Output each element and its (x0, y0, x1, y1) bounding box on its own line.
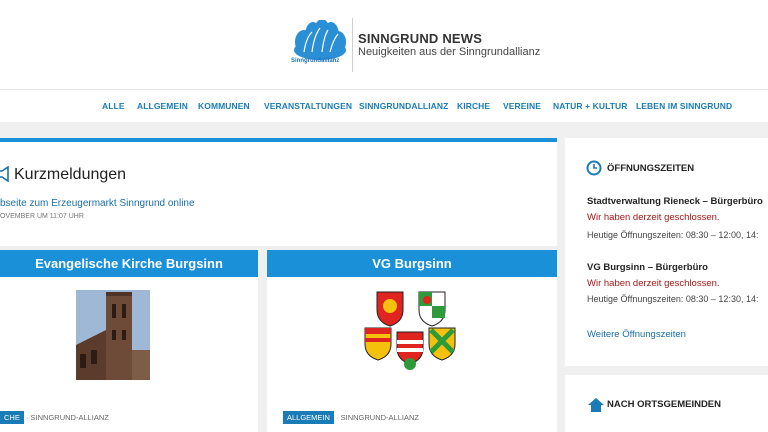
sinngrundallianz-logo[interactable] (290, 20, 350, 72)
office-name: VG Burgsinn – Bürgerbüro (587, 262, 708, 273)
nav-item-allgemein[interactable]: ALLGEMEIN (137, 101, 188, 111)
nav-item-veranstaltungen[interactable]: VERANSTALTUNGEN (264, 101, 352, 111)
category-label[interactable]: SINNGRUND-ALLIANZ (341, 413, 419, 422)
opening-hours-title: ÖFFNUNGSZEITEN (607, 163, 695, 174)
site-subtitle: Neuigkeiten aus der Sinngrundallianz (358, 46, 541, 58)
office-hours: Heutige Öffnungszeiten: 08:30 – 12:00, 1… (587, 230, 759, 240)
more-opening-hours-link[interactable]: Weitere Öffnungszeiten (587, 329, 686, 340)
category-label[interactable]: SINNGRUND-ALLIANZ (31, 413, 109, 422)
nav-item-kirche[interactable]: KIRCHE (457, 101, 490, 111)
office-name: Stadtverwaltung Rieneck – Bürgerbüro (587, 196, 763, 207)
church-tower-image[interactable] (76, 290, 150, 380)
office-status: Wir haben derzeit geschlossen. (587, 212, 720, 223)
places-title: NACH ORTSGEMEINDEN (607, 399, 722, 410)
nav-item-leben-im-sinngrund[interactable]: LEBEN IM SINNGRUND (636, 101, 732, 111)
news-link[interactable]: bseite zum Erzeugermarkt Sinngrund onlin… (0, 198, 195, 209)
nav-item-sinngrundallianz[interactable]: SINNGRUNDALLIANZ (359, 101, 448, 111)
header-divider (352, 18, 353, 72)
home-icon (588, 398, 604, 412)
news-title: Kurzmeldungen (14, 166, 127, 183)
megaphone-icon (0, 166, 9, 182)
logo-label: Sinngrundallianz (291, 58, 340, 64)
card-title[interactable]: Evangelische Kirche Burgsinn (0, 250, 258, 277)
category-tag[interactable]: ALLGEMEIN (283, 411, 334, 424)
card-evangelische-kirche[interactable]: Evangelische Kirche Burgsinn CHE · SINNG… (0, 250, 258, 432)
coats-of-arms-image[interactable] (361, 288, 463, 380)
office-hours: Heutige Öffnungszeiten: 08:30 – 12:30, 1… (587, 294, 759, 304)
office-status: Wir haben derzeit geschlossen. (587, 278, 720, 289)
main-nav: ALLE ALLGEMEIN KOMMUNEN VERANSTALTUNGEN … (0, 90, 768, 122)
card-vg-burgsinn[interactable]: VG Burgsinn ALLGEMEIN · SINNGRUND-ALLIAN… (267, 250, 557, 432)
site-header: Sinngrundallianz SINNGRUND NEWS Neuigkei… (0, 0, 768, 90)
news-date: OVEMBER UM 11:07 UHR (0, 213, 84, 220)
category-tag[interactable]: CHE (0, 411, 24, 424)
card-title[interactable]: VG Burgsinn (267, 250, 557, 277)
nav-item-vereine[interactable]: VEREINE (503, 101, 541, 111)
news-box: Kurzmeldungen bseite zum Erzeugermarkt S… (0, 138, 557, 246)
site-title[interactable]: SINNGRUND NEWS (358, 31, 482, 46)
clock-icon (586, 160, 602, 176)
nav-item-natur-kultur[interactable]: NATUR + KULTUR (553, 101, 628, 111)
card-meta: ALLGEMEIN · SINNGRUND-ALLIANZ (283, 411, 419, 424)
nav-item-kommunen[interactable]: KOMMUNEN (198, 101, 250, 111)
card-meta: CHE · SINNGRUND-ALLIANZ (0, 411, 109, 424)
nav-item-alle[interactable]: ALLE (102, 101, 125, 111)
